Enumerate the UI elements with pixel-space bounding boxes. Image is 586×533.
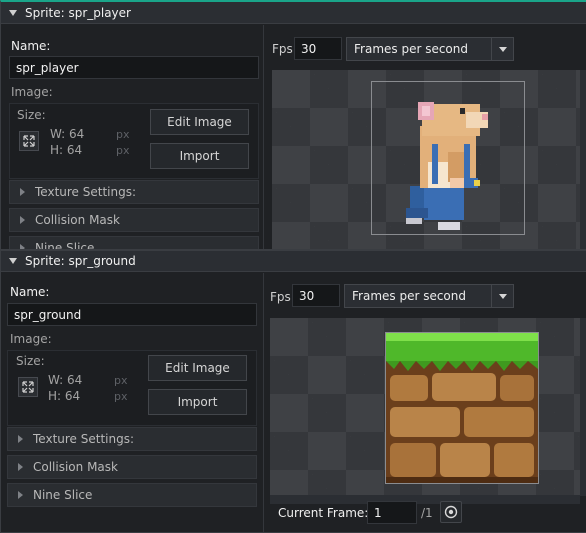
chevron-right-icon: [18, 463, 23, 471]
collapse-triangle-icon[interactable]: [9, 9, 17, 16]
fps-label: Fps: [272, 42, 293, 56]
window-titlebar[interactable]: Sprite: spr_ground: [1, 251, 586, 272]
width-value: W: 64: [50, 127, 85, 141]
chevron-right-icon: [18, 491, 23, 499]
properties-panel: Name: spr_ground Image: Size: W: 64 H: 6…: [1, 273, 263, 532]
texture-settings-label: Texture Settings:: [33, 432, 135, 446]
edit-image-button[interactable]: Edit Image: [148, 355, 247, 381]
window-title: Sprite: spr_ground: [25, 254, 136, 268]
height-unit: px: [116, 144, 130, 157]
import-button[interactable]: Import: [148, 389, 247, 415]
preview-panel: Fps 30 Frames per second: [263, 273, 586, 532]
chevron-down-icon[interactable]: [491, 285, 513, 307]
import-button[interactable]: Import: [150, 143, 249, 169]
frames-mode-value: Frames per second: [352, 289, 466, 303]
frame-total: /1: [421, 506, 433, 520]
nine-slice-label: Nine Slice: [33, 488, 93, 502]
width-unit: px: [114, 374, 128, 387]
nine-slice-section[interactable]: Nine Slice: [7, 483, 257, 507]
sprite-name-input[interactable]: spr_player: [9, 56, 259, 79]
texture-settings-section[interactable]: Texture Settings:: [9, 180, 259, 204]
collision-mask-section[interactable]: Collision Mask: [9, 208, 259, 232]
onion-skin-icon[interactable]: [440, 501, 462, 523]
chevron-right-icon: [20, 188, 25, 196]
frames-mode-value: Frames per second: [354, 42, 468, 56]
collision-mask-label: Collision Mask: [33, 460, 118, 474]
chevron-right-icon: [20, 216, 25, 224]
resize-arrows-icon[interactable]: [19, 131, 39, 151]
height-value: H: 64: [48, 389, 81, 403]
chevron-down-icon[interactable]: [491, 38, 513, 60]
sprite-editor-window-ground: Sprite: spr_ground Name: spr_ground Imag…: [0, 249, 586, 533]
height-unit: px: [114, 390, 128, 403]
window-titlebar[interactable]: Sprite: spr_player: [1, 2, 586, 24]
sprite-name-input[interactable]: spr_ground: [7, 303, 257, 326]
properties-panel: Name: spr_player Image: Size: W: 64 H: 6…: [1, 25, 263, 249]
fps-input[interactable]: 30: [294, 37, 342, 60]
image-label: Image:: [10, 332, 52, 346]
ground-sprite-image: [386, 333, 538, 483]
current-frame-input[interactable]: 1: [367, 501, 417, 524]
preview-panel: Fps 30 Frames per second: [263, 25, 586, 249]
collapse-triangle-icon[interactable]: [9, 258, 17, 264]
texture-settings-label: Texture Settings:: [35, 185, 137, 199]
collision-mask-label: Collision Mask: [35, 213, 120, 227]
edit-image-button[interactable]: Edit Image: [150, 109, 249, 135]
image-label: Image:: [11, 85, 53, 99]
width-unit: px: [116, 128, 130, 141]
current-frame-label: Current Frame:: [278, 506, 369, 520]
size-label: Size:: [16, 354, 45, 368]
preview-vertical-scrollbar[interactable]: [580, 70, 586, 249]
width-value: W: 64: [48, 373, 83, 387]
fps-input[interactable]: 30: [292, 284, 340, 307]
player-sprite-image: [406, 102, 488, 230]
chevron-right-icon: [18, 435, 23, 443]
height-value: H: 64: [50, 143, 83, 157]
sprite-frame-ground: [385, 332, 539, 484]
texture-settings-section[interactable]: Texture Settings:: [7, 427, 257, 451]
frames-mode-dropdown[interactable]: Frames per second: [344, 284, 514, 308]
window-title: Sprite: spr_player: [25, 5, 131, 20]
size-label: Size:: [17, 108, 46, 122]
collision-mask-section[interactable]: Collision Mask: [7, 455, 257, 479]
resize-arrows-icon[interactable]: [18, 377, 38, 397]
name-label: Name:: [10, 285, 50, 299]
sprite-frame-player: [371, 81, 525, 235]
sprite-editor-window-player: Sprite: spr_player Name: spr_player Imag…: [0, 0, 586, 250]
preview-vertical-scrollbar[interactable]: [580, 318, 586, 496]
nine-slice-section[interactable]: Nine Slice: [9, 236, 259, 249]
fps-label: Fps: [270, 290, 291, 304]
frames-mode-dropdown[interactable]: Frames per second: [346, 37, 514, 61]
preview-horizontal-scrollbar[interactable]: [270, 495, 580, 504]
name-label: Name:: [11, 39, 51, 53]
